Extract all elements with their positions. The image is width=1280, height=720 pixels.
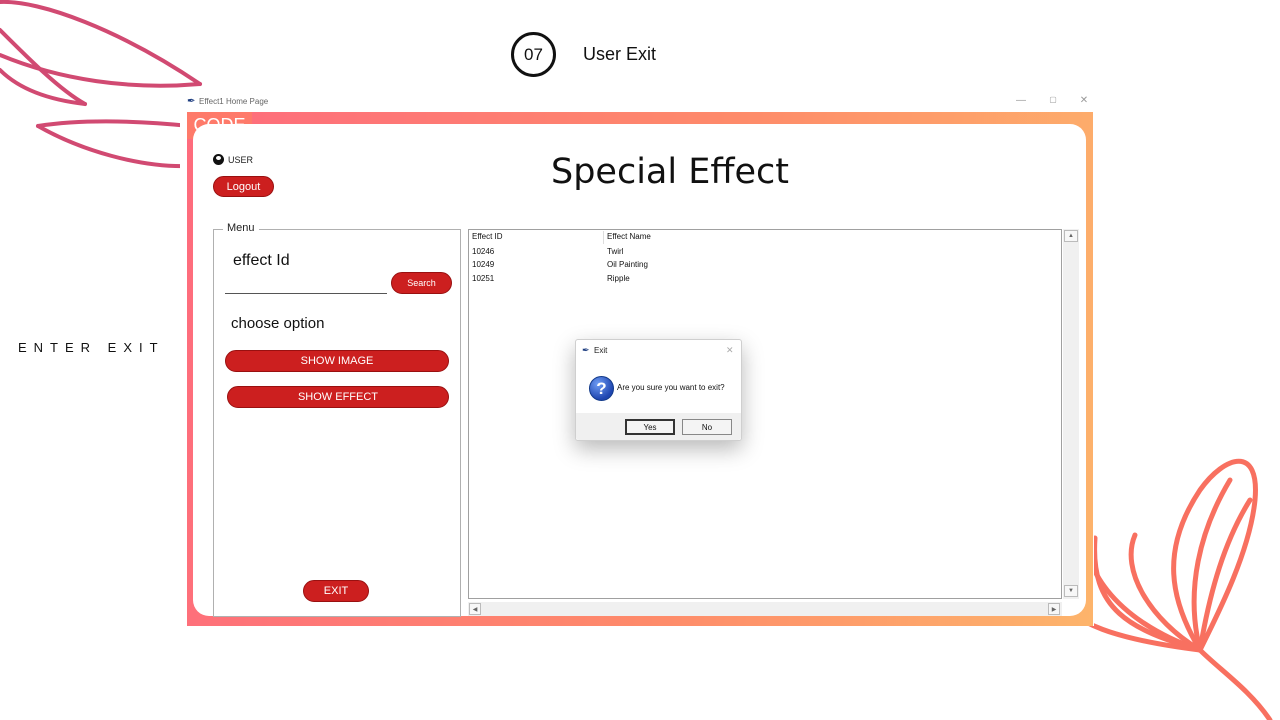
app-title: Special Effect — [551, 152, 789, 192]
step-number-badge: 07 — [511, 32, 556, 77]
side-label: ENTER EXIT — [18, 340, 165, 355]
user-row: USER — [213, 154, 253, 165]
scroll-down-icon[interactable]: ▼ — [1064, 585, 1078, 597]
table-cell-id[interactable]: 10249 — [472, 260, 494, 269]
exit-button[interactable]: EXIT — [303, 580, 369, 602]
user-label: USER — [228, 154, 254, 165]
feather-icon: ✒ — [187, 96, 196, 107]
show-effect-button[interactable]: SHOW EFFECT — [227, 386, 449, 408]
logout-button[interactable]: Logout — [213, 176, 274, 197]
table-cell-name[interactable]: Ripple — [607, 274, 630, 283]
feather-icon: ✒ — [582, 345, 590, 355]
show-image-button[interactable]: SHOW IMAGE — [225, 350, 449, 372]
window-titlebar: ✒ Effect1 Home Page — ▢ ✕ — [180, 92, 1094, 112]
scroll-right-icon[interactable]: ▶ — [1048, 603, 1060, 615]
vertical-scrollbar[interactable]: ▲ ▼ — [1063, 229, 1079, 599]
table-cell-name[interactable]: Oil Painting — [607, 260, 648, 269]
step-title: User Exit — [583, 44, 657, 64]
table-cell-id[interactable]: 10251 — [472, 274, 494, 283]
scroll-left-icon[interactable]: ◀ — [469, 603, 481, 615]
effect-id-input[interactable] — [225, 276, 387, 294]
exit-dialog: ✒ Exit ✕ ? Are you sure you want to exit… — [575, 339, 742, 441]
dialog-message: Are you sure you want to exit? — [617, 383, 725, 392]
column-header-effect-id[interactable]: Effect ID — [472, 232, 503, 244]
app-window: ✒ Effect1 Home Page — ▢ ✕ CODE USER Logo… — [180, 92, 1094, 626]
maximize-button[interactable]: ▢ — [1046, 95, 1060, 104]
minimize-button[interactable]: — — [1014, 95, 1028, 106]
menu-legend: Menu — [223, 222, 259, 234]
table-cell-id[interactable]: 10246 — [472, 247, 494, 256]
slide: 07 User Exit ENTER EXIT ✒ Effect1 Home P… — [0, 0, 1280, 720]
column-header-effect-name[interactable]: Effect Name — [607, 232, 651, 244]
close-window-button[interactable]: ✕ — [1077, 95, 1091, 106]
close-icon[interactable]: ✕ — [726, 345, 734, 356]
column-separator[interactable] — [603, 231, 604, 244]
gradient-frame: CODE USER Logout Special Effect Menu eff… — [187, 112, 1093, 626]
question-icon: ? — [589, 376, 614, 401]
scroll-up-icon[interactable]: ▲ — [1064, 230, 1078, 242]
choose-option-label: choose option — [231, 315, 325, 332]
search-button[interactable]: Search — [391, 272, 452, 294]
effect-id-label: effect Id — [233, 252, 290, 269]
menu-panel: Menu effect Id Search choose option SHOW… — [213, 222, 461, 617]
horizontal-scrollbar[interactable]: ◀ ▶ — [468, 602, 1062, 616]
user-icon — [213, 154, 224, 165]
dialog-title: Exit — [594, 346, 608, 355]
effects-table[interactable]: Effect ID Effect Name 10246 Twirl 10249 … — [468, 229, 1062, 599]
yes-button[interactable]: Yes — [625, 419, 675, 435]
window-title: Effect1 Home Page — [199, 97, 269, 106]
app-content: USER Logout Special Effect Menu effect I… — [193, 124, 1086, 617]
table-cell-name[interactable]: Twirl — [607, 247, 623, 256]
no-button[interactable]: No — [682, 419, 732, 435]
